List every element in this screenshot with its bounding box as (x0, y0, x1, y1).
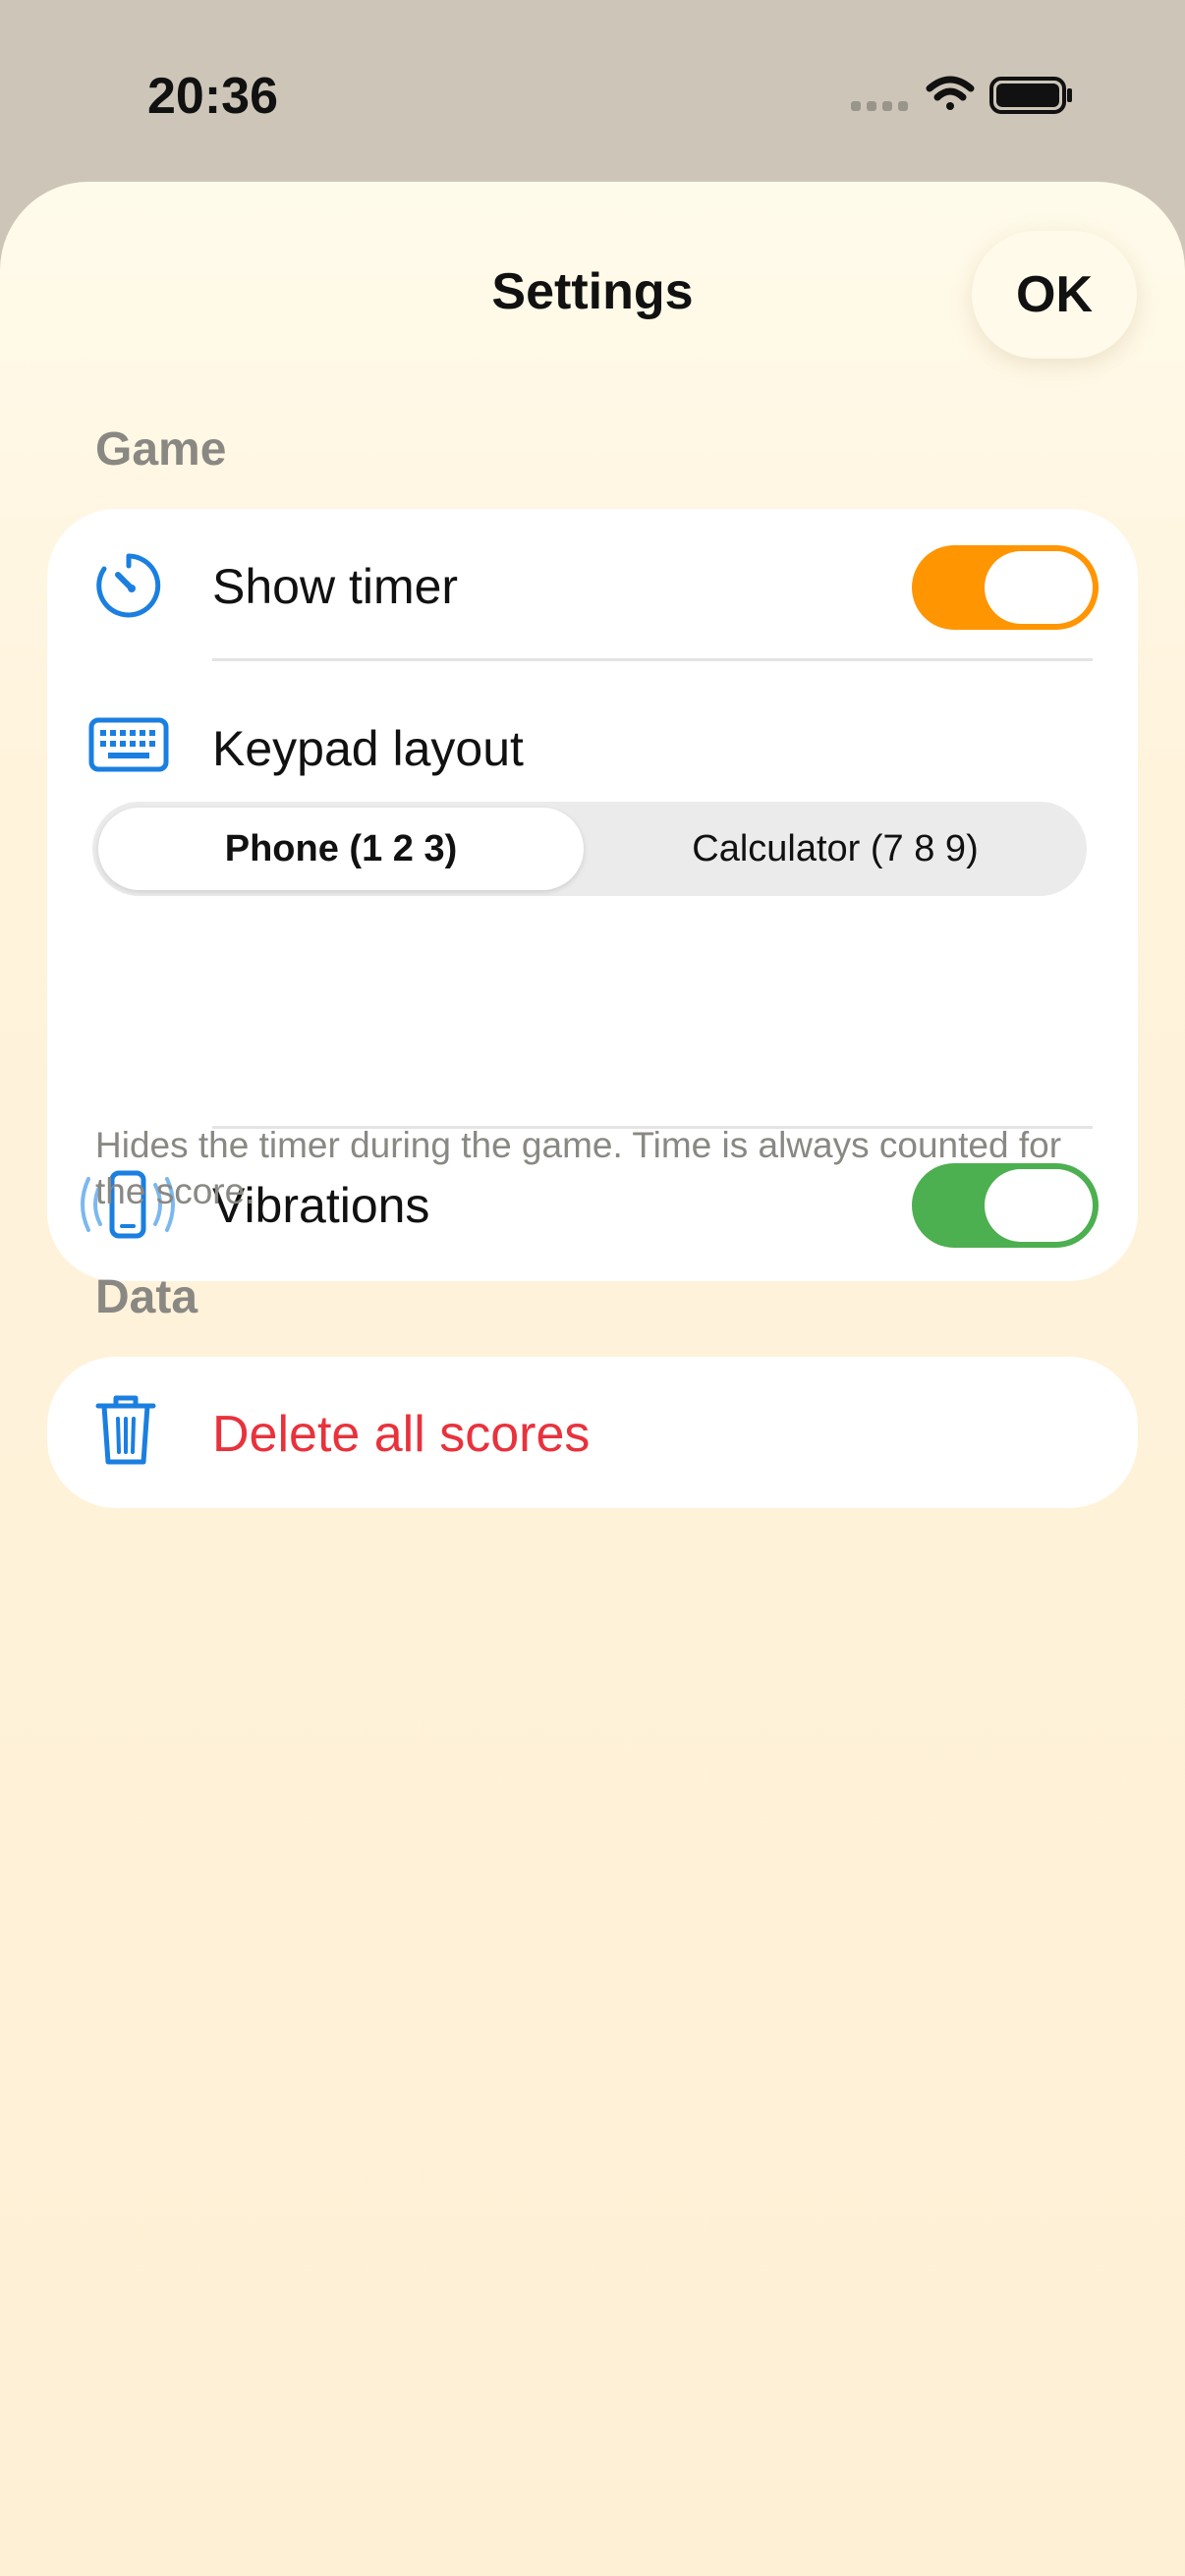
timer-icon (94, 551, 163, 625)
cellular-signal-icon (851, 101, 908, 111)
divider (212, 658, 1093, 661)
status-bar: 20:36 (0, 0, 1185, 187)
wifi-icon (926, 76, 975, 110)
ok-button[interactable]: OK (972, 231, 1137, 359)
segment-calculator[interactable]: Calculator (7 8 9) (584, 808, 1087, 890)
toggle-knob (985, 551, 1093, 624)
show-timer-label: Show timer (212, 559, 459, 614)
delete-all-scores-label: Delete all scores (212, 1406, 591, 1463)
section-header-game: Game (95, 423, 227, 476)
show-timer-toggle[interactable] (912, 545, 1099, 630)
status-icons (851, 73, 1087, 123)
keypad-layout-label: Keypad layout (212, 721, 524, 776)
battery-icon (989, 77, 1072, 114)
keyboard-icon (88, 717, 169, 777)
show-timer-footnote: Hides the timer during the game. Time is… (95, 1125, 1062, 1211)
status-time: 20:36 (147, 68, 278, 125)
keypad-layout-picker: Phone (1 2 3) Calculator (7 8 9) (92, 802, 1087, 896)
trash-icon (94, 1393, 157, 1473)
section-header-data: Data (95, 1271, 198, 1323)
delete-all-scores-button[interactable]: Delete all scores (47, 1357, 1138, 1508)
settings-sheet: Settings OK Game Show timer Keypad layou… (0, 182, 1185, 2576)
segment-phone[interactable]: Phone (1 2 3) (98, 808, 584, 890)
